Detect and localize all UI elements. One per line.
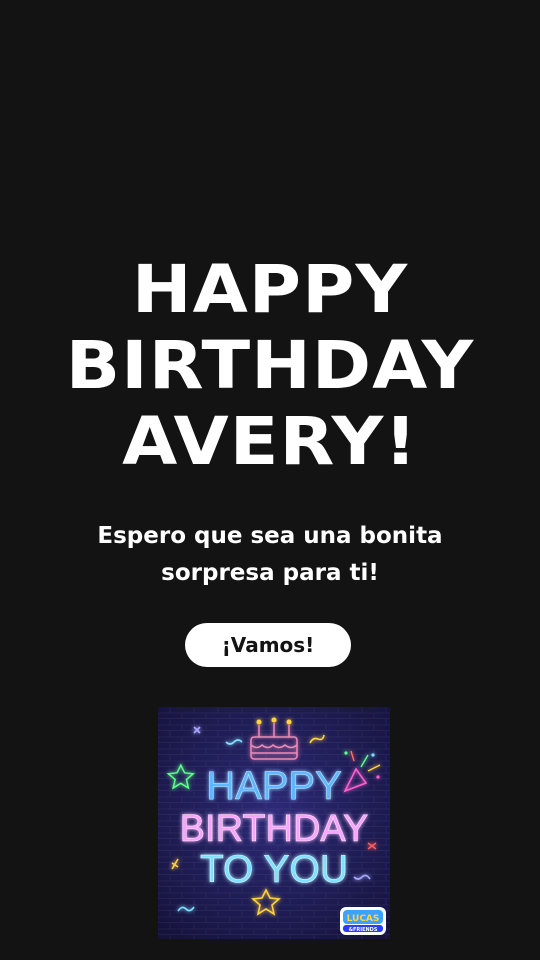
svg-text:&FRIENDS: &FRIENDS [349, 927, 378, 933]
card-line-3: TO YOU [200, 848, 348, 891]
headline-line-1: HAPPY [131, 251, 409, 328]
card-line-1: HAPPY [206, 764, 342, 808]
headline-line-2: BIRTHDAY [65, 327, 475, 404]
lucas-friends-logo: LUCAS &FRIENDS [340, 907, 386, 935]
headline-line-3: AVERY! [122, 403, 418, 480]
svg-text:LUCAS: LUCAS [347, 914, 380, 924]
birthday-card-image: HAPPY BIRTHDAY TO YOU LUCAS &FRIENDS [158, 707, 390, 939]
subtitle: Espero que sea una bonita sorpresa para … [97, 523, 443, 586]
birthday-card-art: HAPPY BIRTHDAY TO YOU LUCAS &FRIENDS [158, 707, 390, 939]
headline: HAPPY BIRTHDAY AVERY! [0, 252, 540, 480]
vamos-button[interactable]: ¡Vamos! [185, 623, 351, 667]
card-line-2: BIRTHDAY [180, 808, 369, 850]
